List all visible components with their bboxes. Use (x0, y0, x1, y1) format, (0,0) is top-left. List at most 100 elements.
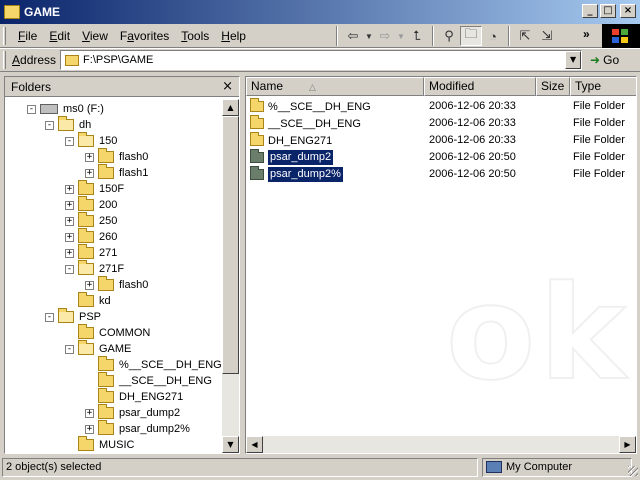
menu-help[interactable]: Help (215, 29, 252, 43)
tree-node[interactable]: +271 (65, 244, 117, 261)
tree-node[interactable]: +150F (65, 180, 125, 197)
collapse-icon[interactable]: - (45, 312, 54, 322)
collapse-icon[interactable]: - (65, 264, 74, 274)
close-button[interactable]: × (620, 4, 636, 18)
file-row[interactable]: psar_dump2 2006-12-06 20:50 File Folder (246, 149, 636, 166)
scroll-down-button[interactable]: ▼ (222, 436, 239, 453)
address-dropdown-button[interactable]: ▼ (565, 51, 582, 69)
collapse-icon[interactable]: - (65, 344, 74, 354)
folder-icon (98, 148, 114, 163)
tree-node[interactable]: - dh (45, 116, 91, 133)
back-dropdown-icon[interactable]: ▼ (364, 26, 374, 46)
folders-icon[interactable]: 🗀 (460, 26, 482, 46)
close-pane-icon[interactable]: × (222, 79, 233, 94)
address-input[interactable]: F:\PSP\GAME ▼ (60, 50, 583, 70)
status-selection: 2 object(s) selected (2, 457, 478, 477)
file-row[interactable]: __SCE__DH_ENG 2006-12-06 20:33 File Folder (246, 115, 636, 132)
tree-node[interactable]: + flash0 (85, 148, 148, 165)
expand-icon[interactable]: + (65, 232, 74, 242)
tree-node[interactable]: +260 (65, 228, 117, 245)
collapse-icon[interactable]: - (27, 104, 36, 114)
column-header-modified[interactable]: Modified (424, 77, 536, 96)
open-folder-icon (78, 260, 94, 275)
scroll-thumb[interactable] (222, 116, 239, 374)
expand-icon[interactable]: + (65, 248, 74, 258)
scroll-up-button[interactable]: ▲ (222, 99, 239, 116)
menu-edit[interactable]: Edit (43, 29, 76, 43)
column-headers: Name △ Modified Size Type (246, 77, 636, 96)
column-header-name[interactable]: Name △ (246, 77, 424, 96)
tree-node[interactable]: DH_ENG271 (85, 388, 183, 405)
tree-node[interactable]: - GAME (65, 340, 131, 357)
tree-node[interactable]: + psar_dump2% (85, 420, 190, 437)
file-row[interactable]: %__SCE__DH_ENG 2006-12-06 20:33 File Folde… (246, 98, 636, 115)
tree-node[interactable]: %__SCE__DH_ENG (85, 356, 222, 373)
address-grip[interactable] (3, 51, 6, 69)
expand-icon[interactable]: + (65, 216, 74, 226)
move-to-icon[interactable]: ⇱ (514, 26, 536, 46)
tree-node[interactable]: - 271F (65, 260, 124, 277)
tree-node[interactable]: + flash1 (85, 164, 148, 181)
watermark: okm (445, 256, 636, 410)
scroll-left-button[interactable]: ◀ (246, 436, 263, 453)
file-name: DH_ENG271 (268, 134, 333, 147)
collapse-icon[interactable]: - (45, 120, 54, 130)
tree-node-label: MUSIC (99, 439, 135, 451)
expand-icon[interactable]: + (85, 280, 94, 290)
file-row[interactable]: DH_ENG271 2006-12-06 20:33 File Folder (246, 132, 636, 149)
files-horizontal-scrollbar[interactable]: ◀ ▶ (246, 436, 636, 453)
toolbar-separator (336, 26, 338, 46)
menu-grip[interactable] (3, 26, 6, 45)
menu-file[interactable]: File (12, 29, 43, 43)
scroll-right-button[interactable]: ▶ (619, 436, 636, 453)
menu-tools[interactable]: Tools (175, 29, 215, 43)
tree-node-label: 150F (99, 183, 125, 195)
tree-node-label: psar_dump2 (119, 407, 181, 419)
tree-node[interactable]: COMMON (65, 324, 151, 341)
tree-node[interactable]: - PSP (45, 308, 101, 325)
resize-grip[interactable] (628, 466, 638, 476)
maximize-button[interactable]: □ (600, 4, 616, 18)
expand-icon[interactable]: + (85, 152, 94, 162)
expand-icon[interactable]: + (65, 200, 74, 210)
search-icon[interactable]: ⚲ (438, 26, 460, 46)
go-button[interactable]: ➜ Go (590, 53, 619, 67)
tree-vertical-scrollbar[interactable]: ▲ ▼ (222, 99, 239, 453)
tree-node-label: COMMON (99, 327, 151, 339)
history-icon[interactable]: ◔ (482, 26, 504, 46)
file-name-cell: %__SCE__DH_ENG (250, 98, 371, 115)
expand-icon[interactable]: + (85, 408, 94, 418)
minimize-button[interactable]: _ (582, 4, 598, 18)
tree-node[interactable]: MUSIC (65, 436, 135, 453)
collapse-icon[interactable]: - (65, 136, 74, 146)
copy-to-icon[interactable]: ⇲ (536, 26, 558, 46)
menu-favorites[interactable]: Favorites (114, 29, 175, 43)
forward-dropdown-icon[interactable]: ▼ (396, 26, 406, 46)
tree-node[interactable]: - ms0 (F:) (27, 101, 104, 117)
folder-icon (78, 228, 94, 243)
tree-node[interactable]: __SCE__DH_ENG (85, 372, 212, 389)
tree-node[interactable]: + psar_dump2 (85, 404, 181, 421)
column-header-size[interactable]: Size (536, 77, 570, 96)
expand-icon[interactable]: + (85, 168, 94, 178)
tree-node[interactable]: + flash0 (85, 276, 148, 293)
tree-node[interactable]: kd (65, 292, 111, 309)
tree-node[interactable]: +200 (65, 196, 117, 213)
up-folder-icon[interactable]: ⮤ (406, 26, 428, 46)
forward-arrow-icon[interactable]: ⇨ (374, 26, 396, 46)
column-header-type[interactable]: Type (570, 77, 636, 96)
expand-icon[interactable]: + (65, 184, 74, 194)
tree-node[interactable]: +250 (65, 212, 117, 229)
toolbar-chevron[interactable]: » (583, 27, 590, 41)
file-name-cell: psar_dump2% (250, 166, 343, 183)
tree-node[interactable]: - 150 (65, 132, 117, 149)
address-value: F:\PSP\GAME (83, 54, 154, 66)
expand-icon[interactable]: + (85, 424, 94, 434)
back-arrow-icon[interactable]: ⇦ (342, 26, 364, 46)
menu-view[interactable]: View (76, 29, 114, 43)
tree-node-label: __SCE__DH_ENG (119, 375, 212, 387)
file-row[interactable]: psar_dump2% 2006-12-06 20:50 File Folder (246, 166, 636, 183)
title-bar[interactable]: GAME _ □ × (0, 0, 640, 24)
file-modified: 2006-12-06 20:50 (429, 151, 516, 163)
